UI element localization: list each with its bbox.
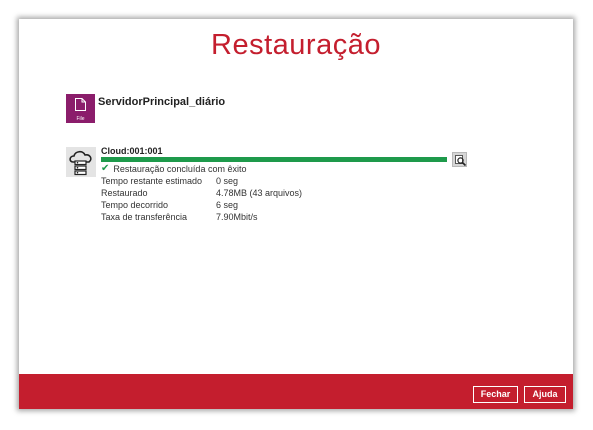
stat-label: Taxa de transferência	[101, 212, 188, 222]
stat-label: Restaurado	[101, 188, 148, 198]
stat-row-restored: Restaurado 4.78MB (43 arquivos)	[101, 187, 302, 199]
magnifier-icon	[455, 155, 467, 167]
stat-value: 7.90Mbit/s	[216, 212, 258, 222]
dialog-title: Restauração	[211, 29, 381, 61]
restore-progress-fill	[101, 157, 447, 162]
backup-set-name: ServidorPrincipal_diário	[98, 96, 226, 108]
stat-row-time-remaining: Tempo restante estimado 0 seg	[101, 175, 302, 187]
status-text: Restauração concluída com êxito	[113, 163, 247, 174]
stat-value: 6 seg	[216, 200, 239, 210]
restore-dialog: Restauração File ServidorPrincipal_diári…	[19, 19, 573, 409]
restore-stats: Tempo restante estimado 0 seg Restaurado…	[101, 175, 302, 223]
close-button[interactable]: Fechar	[473, 386, 518, 403]
stat-label: Tempo decorrido	[101, 200, 169, 210]
file-icon-label: File	[76, 116, 85, 122]
stat-row-transfer-rate: Taxa de transferência 7.90Mbit/s	[101, 211, 302, 223]
view-log-button[interactable]	[452, 152, 467, 167]
stat-label: Tempo restante estimado	[101, 176, 203, 186]
restore-status: ✔ Restauração concluída com êxito	[101, 163, 246, 174]
destination-name: Cloud:001:001	[101, 146, 163, 156]
dialog-footer: Fechar Ajuda	[19, 374, 573, 409]
help-button[interactable]: Ajuda	[524, 386, 566, 403]
stat-value: 4.78MB (43 arquivos)	[216, 188, 303, 198]
cloud-server-icon	[66, 147, 96, 177]
check-icon: ✔	[101, 163, 110, 174]
stat-value: 0 seg	[216, 176, 239, 186]
file-icon: File	[66, 94, 95, 123]
stat-row-elapsed-time: Tempo decorrido 6 seg	[101, 199, 302, 211]
restore-progress-bar	[101, 157, 447, 162]
